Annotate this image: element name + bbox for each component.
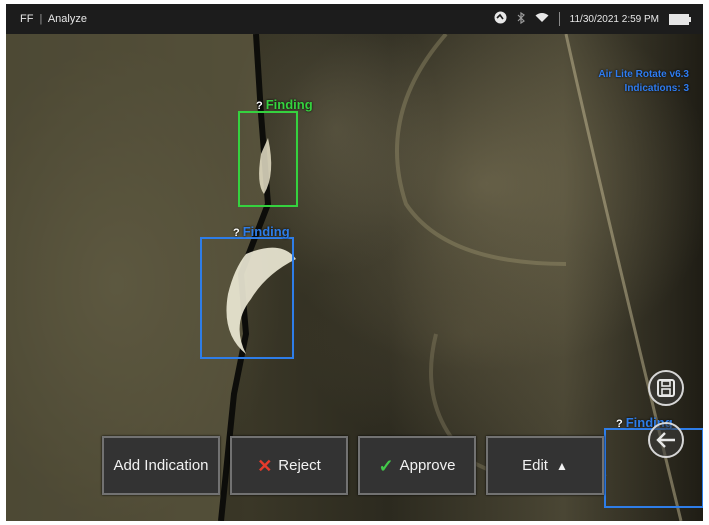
finding-label-2[interactable]: ? Finding [233, 224, 290, 239]
edit-button[interactable]: Edit ▲ [486, 436, 604, 495]
status-bar: FF | Analyze 11/30/2021 2:59 PM [6, 4, 703, 34]
screen-name: Analyze [47, 13, 87, 25]
finding-text: Finding [242, 224, 290, 239]
analytics-icon[interactable] [494, 11, 507, 27]
save-button[interactable] [648, 370, 684, 406]
bluetooth-icon [517, 11, 525, 27]
finding-label-1[interactable]: ? Finding [256, 97, 313, 112]
battery-icon [669, 13, 691, 25]
status-divider [558, 12, 560, 26]
probe-model: Air Lite Rotate v6.3 [598, 69, 689, 80]
approve-label: Approve [399, 457, 456, 474]
edit-label: Edit [522, 457, 548, 474]
finding-text: Finding [265, 97, 313, 112]
reject-button[interactable]: ✕ Reject [230, 436, 348, 495]
reject-label: Reject [278, 457, 321, 474]
indication-count: Indications: 3 [624, 83, 689, 94]
add-indication-button[interactable]: Add Indication [102, 436, 220, 495]
finding-box-1[interactable] [238, 111, 298, 207]
blade-contour [395, 34, 567, 266]
finding-marker: ? [256, 100, 263, 112]
back-arrow-icon [656, 432, 675, 448]
chevron-up-icon: ▲ [555, 458, 568, 473]
back-button[interactable] [648, 422, 684, 458]
reject-x-icon: ✕ [257, 455, 273, 476]
finding-marker: ? [616, 418, 623, 430]
save-icon [657, 379, 675, 397]
date-time: 11/30/2021 2:59 PM [569, 13, 659, 25]
finding-box-2[interactable] [200, 237, 294, 359]
device-screen: FF | Analyze 11/30/2021 2:59 PM Air Lite… [6, 4, 703, 521]
app-name: FF [20, 13, 34, 25]
title-separator: | [39, 13, 43, 25]
add-indication-label: Add Indication [113, 457, 209, 474]
probe-info: Air Lite Rotate v6.3 Indications: 3 [598, 68, 689, 96]
finding-marker: ? [233, 227, 240, 239]
action-toolbar: Add Indication ✕ Reject ✓ Approve Edit ▲ [102, 436, 604, 497]
approve-check-icon: ✓ [378, 455, 394, 476]
wifi-icon [535, 12, 549, 26]
approve-button[interactable]: ✓ Approve [358, 436, 476, 495]
status-title: FF | Analyze [20, 13, 87, 25]
status-icons: 11/30/2021 2:59 PM [494, 11, 691, 27]
